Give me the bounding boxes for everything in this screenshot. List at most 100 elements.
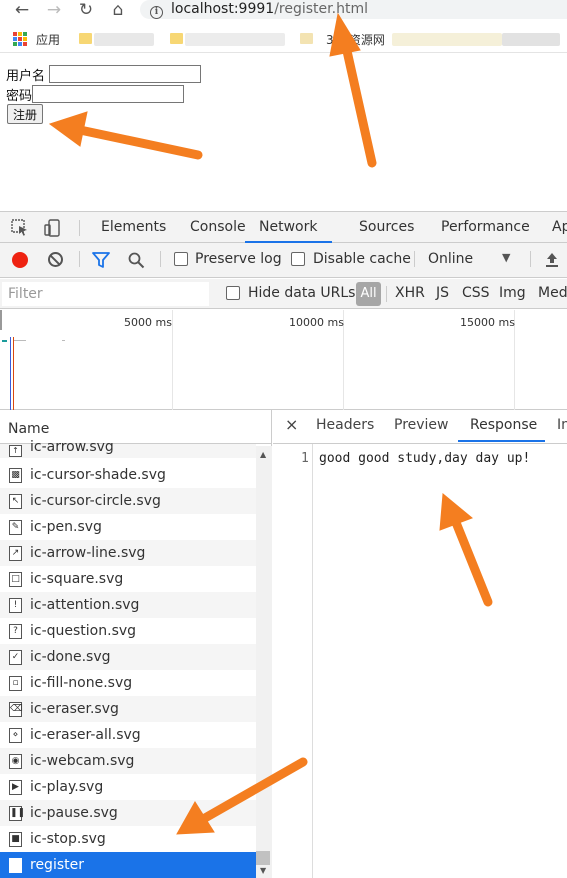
tab-console[interactable]: Console xyxy=(190,212,246,243)
type-filter-js[interactable]: JS xyxy=(436,285,449,301)
import-har-icon[interactable] xyxy=(544,251,560,269)
disable-cache-checkbox[interactable] xyxy=(291,252,305,266)
type-filter-img[interactable]: Img xyxy=(499,285,526,301)
scrollbar[interactable]: ▲ ▼ xyxy=(256,446,272,878)
home-icon[interactable]: ⌂ xyxy=(108,0,128,20)
bookmark-folder-icon[interactable] xyxy=(170,33,183,44)
scroll-thumb[interactable] xyxy=(256,851,270,865)
throttle-select[interactable]: Online xyxy=(428,251,473,267)
tab-response[interactable]: Response xyxy=(470,417,537,433)
request-row[interactable]: ✎ ic-pen.svg xyxy=(0,514,256,540)
back-icon[interactable]: ← xyxy=(12,0,32,20)
clear-icon[interactable] xyxy=(48,252,63,267)
hide-data-urls-label: Hide data URLs xyxy=(248,285,356,301)
pen-file-icon: ✎ xyxy=(9,520,22,535)
request-row[interactable]: □ ic-square.svg xyxy=(0,566,256,592)
preserve-log-checkbox[interactable] xyxy=(174,252,188,266)
request-bar xyxy=(62,340,65,341)
bookmark-blurred[interactable] xyxy=(392,33,502,46)
register-button[interactable]: 注册 xyxy=(7,104,43,124)
scroll-down-icon[interactable]: ▼ xyxy=(260,866,266,875)
bookmark-folder-icon[interactable] xyxy=(300,33,313,44)
type-filter-xhr[interactable]: XHR xyxy=(395,285,425,301)
request-row[interactable]: ↖ ic-cursor-circle.svg xyxy=(0,488,256,514)
tab-preview[interactable]: Preview xyxy=(394,417,449,433)
tab-performance[interactable]: Performance xyxy=(441,212,530,243)
bookmark-folder-icon[interactable] xyxy=(79,33,92,44)
device-toolbar-icon[interactable] xyxy=(44,219,62,237)
password-input[interactable] xyxy=(32,85,184,103)
request-name: ic-cursor-circle.svg xyxy=(30,493,161,509)
apps-grid-icon[interactable] xyxy=(13,32,27,46)
request-row[interactable]: ▫ ic-fill-none.svg xyxy=(0,670,256,696)
request-name: ic-stop.svg xyxy=(30,831,106,847)
overview-handle[interactable] xyxy=(0,310,2,330)
tab-initiator[interactable]: In xyxy=(557,417,567,433)
bookmark-blurred[interactable] xyxy=(185,33,285,46)
play-file-icon: ▶ xyxy=(9,780,22,795)
request-row-selected[interactable]: register xyxy=(0,852,256,878)
request-name: ic-question.svg xyxy=(30,623,137,639)
request-name: ic-attention.svg xyxy=(30,597,140,613)
type-filter-css[interactable]: CSS xyxy=(462,285,490,301)
done-file-icon: ✓ xyxy=(9,650,22,665)
request-row[interactable]: ! ic-attention.svg xyxy=(0,592,256,618)
tab-sources[interactable]: Sources xyxy=(359,212,414,243)
divider xyxy=(414,251,415,267)
dom-content-loaded-marker xyxy=(10,337,11,410)
request-row[interactable]: ❚❚ ic-pause.svg xyxy=(0,800,256,826)
tab-elements[interactable]: Elements xyxy=(101,212,166,243)
grid-line xyxy=(172,310,173,410)
hide-data-urls-checkbox[interactable] xyxy=(226,286,240,300)
filter-funnel-icon[interactable] xyxy=(92,252,110,268)
timeline-label: 5000 ms xyxy=(124,316,172,329)
site-info-icon[interactable]: i xyxy=(150,6,163,19)
request-row[interactable]: ⌫ ic-eraser.svg xyxy=(0,696,256,722)
type-filter-media[interactable]: Med xyxy=(538,285,567,301)
request-row[interactable]: ▶ ic-play.svg xyxy=(0,774,256,800)
filter-input[interactable]: Filter xyxy=(2,282,209,306)
filter-bar: Filter Hide data URLs All XHR JS CSS Img… xyxy=(0,279,567,309)
url-field[interactable]: i localhost:9991/register.html xyxy=(140,0,567,19)
bookmark-blurred[interactable] xyxy=(502,33,560,46)
webcam-file-icon: ◉ xyxy=(9,754,22,769)
request-row[interactable]: ↑ ic-arrow.svg xyxy=(0,440,256,458)
request-row[interactable]: ✓ ic-done.svg xyxy=(0,644,256,670)
timeline-label: 10000 ms xyxy=(289,316,344,329)
devtools-tabbar: Elements Console Network Sources Perform… xyxy=(0,211,567,243)
fill-none-file-icon: ▫ xyxy=(9,676,22,691)
inspect-element-icon[interactable] xyxy=(11,219,29,237)
preserve-log-label: Preserve log xyxy=(195,251,282,267)
detail-tabbar: × Headers Preview Response In xyxy=(273,410,567,444)
line-number-gutter xyxy=(273,444,313,878)
request-row[interactable]: ▩ ic-cursor-shade.svg xyxy=(0,462,256,488)
tab-application[interactable]: Ap xyxy=(552,212,567,243)
request-name: ic-square.svg xyxy=(30,571,124,587)
request-row[interactable]: ◉ ic-webcam.svg xyxy=(0,748,256,774)
scroll-up-icon[interactable]: ▲ xyxy=(260,450,266,459)
response-viewer[interactable]: 1 good good study,day day up! xyxy=(273,444,567,878)
request-bar xyxy=(2,340,7,342)
tab-network[interactable]: Network xyxy=(245,212,332,243)
request-row[interactable]: ? ic-question.svg xyxy=(0,618,256,644)
request-row[interactable]: ↗ ic-arrow-line.svg xyxy=(0,540,256,566)
tab-headers[interactable]: Headers xyxy=(316,417,374,433)
chevron-down-icon[interactable]: ▼ xyxy=(502,251,510,264)
request-row[interactable]: ⋄ ic-eraser-all.svg xyxy=(0,722,256,748)
search-icon[interactable] xyxy=(128,252,145,269)
apps-label[interactable]: 应用 xyxy=(36,31,60,48)
bookmark-item[interactable]: 360资源网 xyxy=(326,31,385,48)
question-file-icon: ? xyxy=(9,624,22,639)
network-overview[interactable]: 5000 ms 10000 ms 15000 ms xyxy=(0,310,567,410)
reload-icon[interactable]: ↻ xyxy=(76,0,96,20)
forward-icon[interactable]: → xyxy=(44,0,64,20)
record-icon[interactable] xyxy=(12,252,28,268)
bookmark-blurred[interactable] xyxy=(94,33,154,46)
close-icon[interactable]: × xyxy=(285,415,298,434)
type-filter-all[interactable]: All xyxy=(356,282,381,306)
eraser-all-file-icon: ⋄ xyxy=(9,728,22,743)
stop-file-icon: ■ xyxy=(9,832,22,847)
username-input[interactable] xyxy=(49,65,201,83)
request-row[interactable]: ■ ic-stop.svg xyxy=(0,826,256,852)
square-file-icon: □ xyxy=(9,572,22,587)
